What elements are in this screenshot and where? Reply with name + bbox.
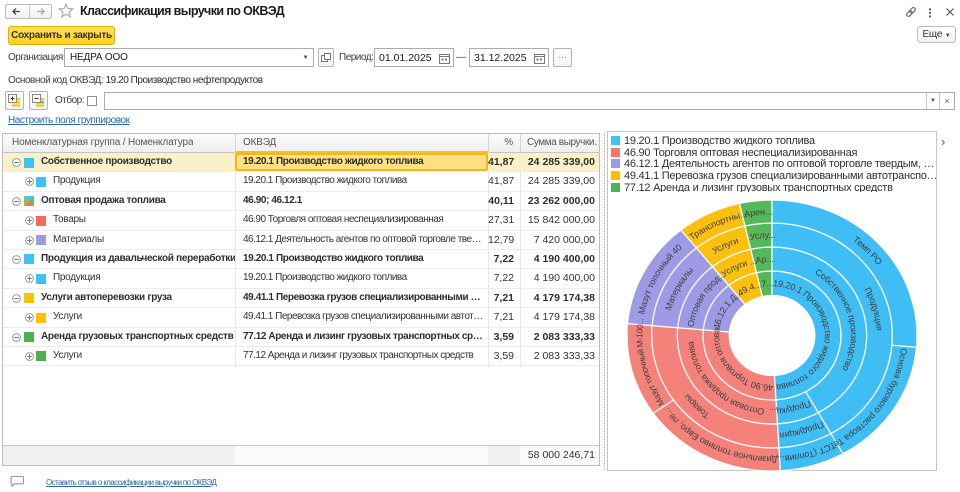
svg-text:Ар...: Ар... xyxy=(755,254,774,265)
svg-text:7...: 7... xyxy=(761,278,774,289)
